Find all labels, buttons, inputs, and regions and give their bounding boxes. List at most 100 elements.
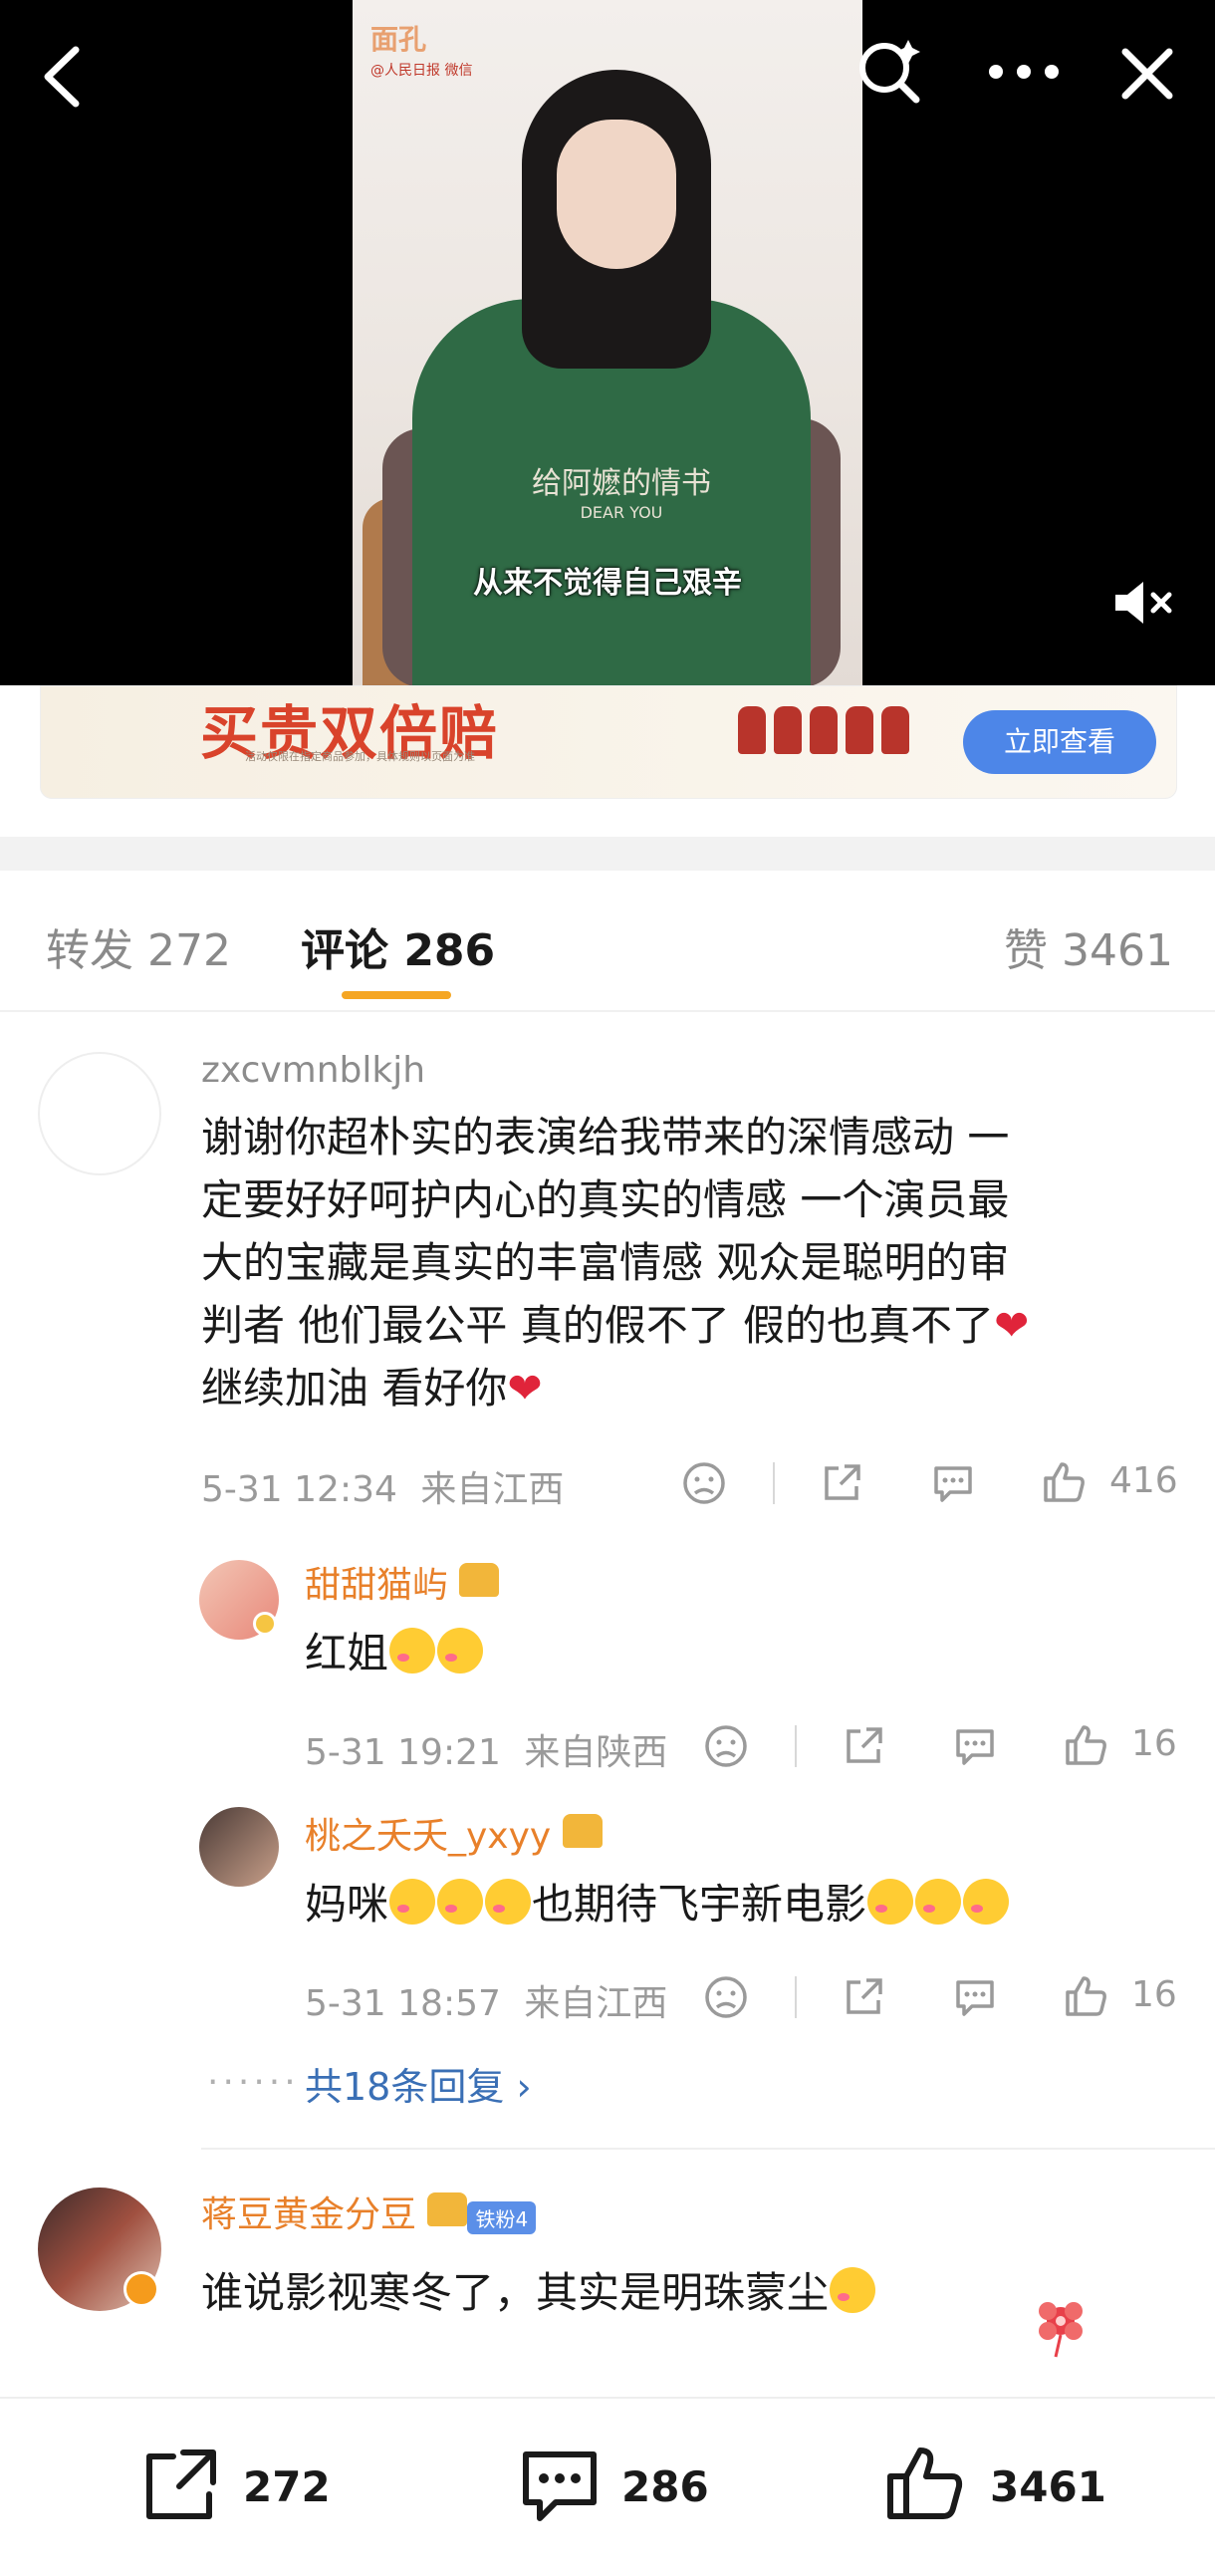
- comment-text: 谢谢你超朴实的表演给我带来的深情感动 一 定要好好呵护内心的真实的情感 一个演员…: [201, 1106, 1187, 1419]
- avatar[interactable]: [199, 1807, 279, 1887]
- comment-divider: [201, 2148, 1215, 2150]
- dislike-icon[interactable]: [703, 1723, 749, 1773]
- ad-banner[interactable]: 买贵双倍赔 活动仅限在指定商品参加，具体规则以页面为准 立即查看: [40, 685, 1177, 799]
- comment-line: 定要好好呵护内心的真实的情感 一个演员最: [201, 1175, 1010, 1224]
- reply-username[interactable]: 甜甜猫屿: [305, 1556, 500, 1608]
- comment-meta: 5-31 12:34 来自江西: [201, 1460, 564, 1512]
- fan-level-badge: 铁粉4: [467, 2201, 537, 2234]
- more-replies-text: 共18条回复: [305, 2065, 505, 2109]
- shirt-subtext: DEAR YOU: [580, 503, 663, 522]
- back-icon[interactable]: [38, 42, 88, 122]
- reply-location: 来自陕西: [524, 1732, 668, 1773]
- verified-badge-icon: [253, 1612, 277, 1636]
- person-face: [557, 120, 676, 269]
- comment-line: 判者 他们最公平 真的假不了 假的也真不了❤: [201, 1294, 1187, 1357]
- comment-username[interactable]: 蒋豆黄金分豆 铁粉4: [201, 2186, 537, 2237]
- tab-like[interactable]: 赞 3461: [1004, 914, 1173, 978]
- like-icon[interactable]: [1062, 1972, 1109, 2024]
- reply-username[interactable]: 桃之夭夭_yxyy: [305, 1807, 603, 1859]
- ad-view-button[interactable]: 立即查看: [963, 710, 1156, 774]
- repost-icon[interactable]: [139, 2447, 223, 2530]
- action-separator: [795, 1725, 797, 1767]
- crown-badge-icon: [459, 1563, 500, 1597]
- repost-count[interactable]: 272: [243, 2462, 331, 2511]
- share-icon[interactable]: [841, 1723, 886, 1773]
- bottom-action-bar: 272 286 3461: [0, 2397, 1215, 2576]
- reply-icon[interactable]: [930, 1460, 976, 1510]
- emoji-icon: [963, 1879, 1010, 1925]
- video-player[interactable]: 给阿嬷的情书 DEAR YOU 面孔 @人民日报 微信 从来不觉得自己艰辛: [0, 0, 1215, 685]
- like-icon[interactable]: [882, 2441, 968, 2530]
- close-icon[interactable]: [1119, 46, 1175, 106]
- product-image: [881, 706, 909, 754]
- share-icon[interactable]: [819, 1460, 864, 1510]
- emoji-icon: [485, 1879, 532, 1925]
- like-count: 416: [1109, 1460, 1178, 1501]
- chevron-right-icon: ›: [516, 2065, 532, 2109]
- reply-username-text: 桃之夭夭_yxyy: [305, 1816, 552, 1857]
- like-count[interactable]: 3461: [990, 2462, 1106, 2511]
- emoji-icon: [867, 1879, 914, 1925]
- tab-repost[interactable]: 转发 272: [46, 914, 231, 978]
- emoji-icon: [389, 1628, 436, 1674]
- reply-time: 5-31 18:57: [305, 1983, 501, 2024]
- flower-sticker-icon: [1026, 2291, 1095, 2365]
- comment-text-content: 谁说影视寒冬了，其实是明珠蒙尘: [201, 2268, 830, 2317]
- emoji-icon: [830, 2267, 876, 2313]
- emoji-icon: [437, 1879, 484, 1925]
- comment-line: 大的宝藏是真实的丰富情感 观众是聪明的审: [201, 1238, 1010, 1287]
- video-subtitle: 从来不觉得自己艰辛: [473, 566, 742, 601]
- reply-username-text: 甜甜猫屿: [305, 1565, 449, 1606]
- like-icon[interactable]: [1040, 1458, 1088, 1510]
- comment-username-text: 蒋豆黄金分豆: [201, 2194, 417, 2235]
- reply-text: 妈咪 也期待飞宇新电影: [305, 1873, 1010, 1935]
- search-icon[interactable]: [854, 36, 926, 112]
- reply-text-content: 红姐: [305, 1629, 389, 1677]
- section-divider: [0, 837, 1215, 871]
- verified-badge-icon: [123, 2271, 159, 2307]
- reply-text: 红姐: [305, 1622, 484, 1684]
- reply-text-content: 妈咪: [305, 1880, 389, 1929]
- video-frame[interactable]: 给阿嬷的情书 DEAR YOU 面孔 @人民日报 微信 从来不觉得自己艰辛: [353, 0, 862, 685]
- comment-count[interactable]: 286: [621, 2462, 709, 2511]
- reply-text-content: 也期待飞宇新电影: [532, 1880, 867, 1929]
- comment-line: 继续加油 看好你❤: [201, 1357, 1187, 1419]
- reply-icon[interactable]: [952, 1723, 998, 1773]
- product-image: [738, 706, 766, 754]
- active-tab-indicator: [342, 991, 451, 999]
- heart-emoji-icon: ❤: [507, 1364, 543, 1413]
- reply-meta: 5-31 18:57 来自江西: [305, 1974, 667, 2026]
- comment-icon[interactable]: [518, 2447, 602, 2532]
- comment-username[interactable]: zxcvmnblkjh: [201, 1050, 425, 1091]
- logo-title: 面孔: [370, 23, 427, 56]
- action-separator: [773, 1462, 775, 1504]
- crown-badge-icon: [562, 1814, 603, 1848]
- comment-location: 来自江西: [420, 1469, 565, 1510]
- reply-meta: 5-31 19:21 来自陕西: [305, 1723, 667, 1775]
- like-count: 16: [1131, 1723, 1177, 1764]
- like-count: 16: [1131, 1974, 1177, 2015]
- comment-text: 谁说影视寒冬了，其实是明珠蒙尘: [201, 2261, 876, 2324]
- avatar[interactable]: [38, 1052, 161, 1175]
- dislike-icon[interactable]: [703, 1974, 749, 2024]
- comment-line-text: 判者 他们最公平 真的假不了 假的也真不了: [201, 1301, 995, 1350]
- mute-icon[interactable]: [1111, 578, 1177, 632]
- emoji-icon: [437, 1628, 484, 1674]
- tab-comment[interactable]: 评论 286: [301, 914, 495, 978]
- dislike-icon[interactable]: [681, 1460, 727, 1510]
- product-image: [774, 706, 802, 754]
- product-image: [846, 706, 873, 754]
- like-icon[interactable]: [1062, 1721, 1109, 1773]
- more-icon[interactable]: [986, 62, 1062, 86]
- video-watermark-logo: 面孔 @人民日报 微信: [370, 18, 472, 79]
- emoji-icon: [389, 1879, 436, 1925]
- comment-line: 谢谢你超朴实的表演给我带来的深情感动 一: [201, 1113, 1010, 1161]
- more-replies-link[interactable]: 共18条回复 ›: [305, 2056, 532, 2111]
- action-separator: [795, 1976, 797, 2018]
- shirt-text: 给阿嬷的情书: [532, 466, 711, 501]
- reply-icon[interactable]: [952, 1974, 998, 2024]
- share-icon[interactable]: [841, 1974, 886, 2024]
- crown-badge-icon: [427, 2192, 468, 2226]
- more-replies-dots: ······: [207, 2062, 300, 2103]
- heart-emoji-icon: ❤: [994, 1301, 1030, 1350]
